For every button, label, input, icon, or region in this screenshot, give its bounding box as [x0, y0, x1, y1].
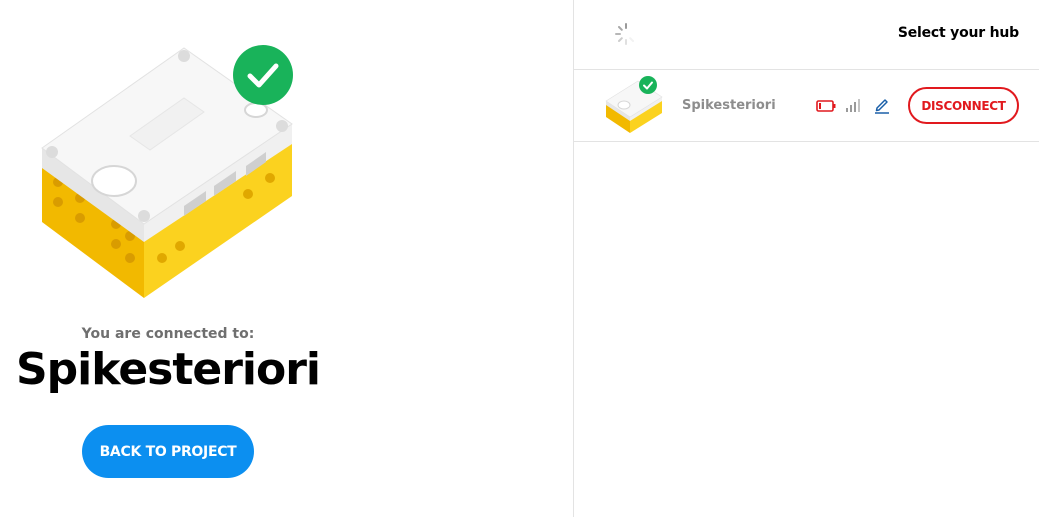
hub-selector-panel: Select your hub Spikesteriori DISCONNECT [574, 0, 1039, 517]
connected-check-icon [233, 45, 293, 105]
hub-list-item[interactable]: Spikesteriori DISCONNECT [574, 70, 1039, 141]
battery-low-icon [816, 100, 836, 112]
hub-image [34, 36, 304, 304]
hub-list-item-name: Spikesteriori [682, 98, 776, 113]
hub-thumbnail [604, 75, 666, 137]
back-to-project-button[interactable]: BACK TO PROJECT [82, 425, 254, 478]
signal-strength-icon [846, 99, 860, 112]
row-divider [574, 141, 1039, 142]
connected-to-label: You are connected to: [81, 326, 255, 342]
connected-hub-name: Spikesteriori [15, 344, 321, 395]
hub-connected-check-icon [639, 76, 657, 94]
select-hub-heading: Select your hub [897, 25, 1019, 41]
disconnect-button[interactable]: DISCONNECT [908, 87, 1019, 124]
pencil-icon[interactable] [874, 96, 890, 114]
loading-spinner-icon [615, 23, 634, 45]
connection-panel: You are connected to: Spikesteriori BACK… [0, 0, 573, 517]
